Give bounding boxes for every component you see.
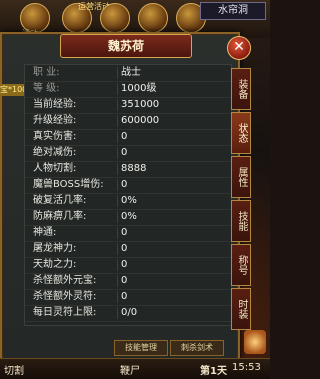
stat-divider [117, 99, 118, 111]
stat-row: 杀怪额外元宝: 0 [25, 273, 231, 290]
stat-label: 魔兽BOSS增伤: [33, 179, 104, 190]
stat-row: 升级经验: 600000 [25, 113, 231, 130]
stat-label: 杀怪额外元宝: [33, 275, 97, 286]
stat-value: 0 [121, 227, 128, 238]
stat-row: 杀怪额外灵符: 0 [25, 289, 231, 306]
character-name: 魏苏荷 [60, 34, 192, 58]
stat-row: 每日灵符上限: 0/0 [25, 305, 231, 322]
tab-5[interactable]: 时装 [231, 288, 251, 330]
stat-value: 0 [121, 275, 128, 286]
stat-label: 杀怪额外灵符: [33, 291, 97, 302]
stat-row: 绝对减伤: 0 [25, 145, 231, 162]
day-label: 第1天 [200, 366, 227, 377]
skill-slot-button[interactable]: 刺杀剑术 [170, 340, 224, 356]
stat-divider [117, 179, 118, 191]
tab-0[interactable]: 装备 [231, 68, 251, 110]
stat-label: 天劫之力: [33, 259, 77, 270]
stat-value: 0% [121, 211, 137, 222]
stat-value: 0 [121, 243, 128, 254]
stat-value: 600000 [121, 115, 160, 126]
stat-value: 0 [121, 147, 128, 158]
stat-row: 职 业: 战士 [25, 65, 231, 82]
tab-3[interactable]: 技能 [231, 200, 251, 242]
stat-label: 绝对减伤: [33, 147, 77, 158]
shop-icon[interactable] [100, 3, 130, 33]
stat-value: 0 [121, 179, 128, 190]
stat-label: 升级经验: [33, 115, 77, 126]
stat-label: 真实伤害: [33, 131, 77, 142]
stat-value: 351000 [121, 99, 160, 110]
stat-row: 等 级: 1000级 [25, 81, 231, 98]
stat-label: 人物切割: [33, 163, 77, 174]
stat-divider [117, 275, 118, 287]
gift-icon[interactable] [138, 3, 168, 33]
stat-divider [117, 291, 118, 303]
stat-value: 1000级 [121, 83, 157, 94]
stat-divider [117, 131, 118, 143]
clock: 15:53 [232, 362, 261, 373]
cut-label: 切割 [4, 366, 24, 377]
stat-divider [117, 307, 118, 319]
stat-row: 天劫之力: 0 [25, 257, 231, 274]
stat-label: 破复活几率: [33, 195, 87, 206]
lantern-icon[interactable] [244, 330, 266, 354]
stat-label: 每日灵符上限: [33, 307, 97, 318]
stat-divider [117, 259, 118, 271]
stat-row: 破复活几率: 0% [25, 193, 231, 210]
map-name: 水帘洞 [200, 2, 266, 20]
stat-value: 0% [121, 195, 137, 206]
stat-divider [117, 115, 118, 127]
tab-2[interactable]: 属性 [231, 156, 251, 198]
stats-table: 职 业: 战士等 级: 1000级当前经验: 351000 升级经验: 600000 真实伤… [24, 64, 232, 326]
stat-label: 屠龙神力: [33, 243, 77, 254]
stat-divider [117, 195, 118, 207]
whip-label: 鞭尸 [120, 366, 140, 377]
stat-divider [117, 243, 118, 255]
stat-divider [117, 227, 118, 239]
stat-row: 屠龙神力: 0 [25, 241, 231, 258]
tab-1[interactable]: 状态 [231, 112, 251, 154]
stat-value: 战士 [121, 67, 141, 78]
stat-divider [117, 83, 118, 95]
stat-divider [117, 211, 118, 223]
stat-label: 等 级: [33, 83, 60, 94]
stat-divider [117, 67, 118, 79]
bottom-bar: 切割 鞭尸 第1天 15:53 [0, 358, 270, 379]
stat-value: 0 [121, 131, 128, 142]
stat-row: 当前经验: 351000 [25, 97, 231, 114]
stat-row: 人物切割: 8888 [25, 161, 231, 178]
stat-value: 0 [121, 291, 128, 302]
stat-label: 当前经验: [33, 99, 77, 110]
close-button[interactable]: ✕ [227, 36, 251, 60]
stat-row: 真实伤害: 0 [25, 129, 231, 146]
stat-value: 0/0 [121, 307, 138, 318]
stat-divider [117, 163, 118, 175]
stat-divider [117, 147, 118, 159]
stat-label: 神通: [33, 227, 57, 238]
stat-value: 8888 [121, 163, 147, 174]
stat-value: 0 [121, 259, 128, 270]
stat-row: 魔兽BOSS增伤: 0 [25, 177, 231, 194]
stat-label: 防麻痹几率: [33, 211, 87, 222]
stat-row: 防麻痹几率: 0% [25, 209, 231, 226]
stat-row: 神通: 0 [25, 225, 231, 242]
skill-manage-button[interactable]: 技能管理 [114, 340, 168, 356]
stat-label: 职 业: [33, 67, 60, 78]
tab-4[interactable]: 称号 [231, 244, 251, 286]
